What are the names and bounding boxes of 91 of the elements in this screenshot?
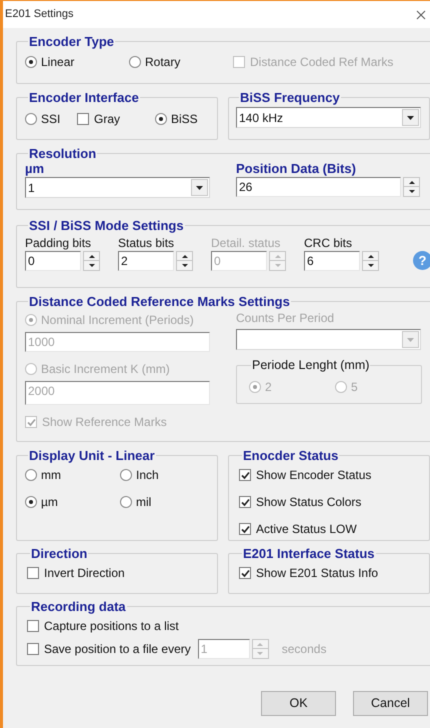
group-title: Recording data bbox=[30, 599, 127, 614]
close-icon[interactable] bbox=[416, 10, 426, 20]
caret-down-icon bbox=[408, 190, 414, 193]
field-label: µm bbox=[25, 161, 46, 177]
checkbox-label: Distance Coded Ref Marks bbox=[250, 54, 394, 71]
group-title: Display Unit - Linear bbox=[28, 448, 156, 463]
radio-button[interactable] bbox=[25, 113, 37, 125]
group-title: BiSS Frequency bbox=[239, 90, 341, 105]
dialog-button[interactable]: Cancel bbox=[353, 691, 428, 716]
radio-label: Basic Increment K (mm) bbox=[41, 361, 170, 378]
caret-down-icon bbox=[182, 264, 188, 267]
radio-button[interactable] bbox=[129, 56, 141, 68]
radio-button[interactable] bbox=[155, 113, 167, 125]
radio-button[interactable] bbox=[25, 469, 37, 481]
radio-label: BiSS bbox=[171, 111, 198, 128]
checkbox[interactable] bbox=[239, 469, 251, 481]
radio-label: mil bbox=[136, 494, 152, 511]
checkbox[interactable] bbox=[239, 523, 251, 535]
caret-down-icon bbox=[196, 186, 203, 190]
spin-up-button[interactable] bbox=[403, 177, 420, 187]
input-field[interactable]: 2 bbox=[118, 251, 174, 271]
input-field[interactable]: 26 bbox=[236, 177, 401, 197]
caret-down-icon bbox=[407, 116, 414, 120]
checkbox[interactable] bbox=[239, 496, 251, 508]
spin-down-button[interactable] bbox=[176, 261, 193, 271]
spin-down-button[interactable] bbox=[403, 187, 420, 197]
group-title: SSI / BiSS Mode Settings bbox=[28, 218, 185, 233]
group-title: Encoder Type bbox=[28, 34, 116, 49]
field-label: Counts Per Period bbox=[236, 311, 336, 326]
field-label: Padding bits bbox=[25, 236, 92, 251]
caret-up-icon bbox=[88, 254, 94, 258]
radio-label: mm bbox=[41, 467, 61, 484]
radio-button[interactable] bbox=[25, 56, 37, 68]
input-field[interactable]: 0 bbox=[25, 251, 81, 271]
group-title: Periode Lenght (mm) bbox=[251, 357, 370, 374]
checkbox[interactable] bbox=[27, 567, 39, 579]
caret-up-icon bbox=[368, 254, 374, 258]
caret-down-icon bbox=[368, 264, 374, 267]
checkbox[interactable] bbox=[27, 643, 39, 655]
field-label: Position Data (Bits) bbox=[236, 161, 357, 177]
field-label: Status bits bbox=[118, 236, 176, 251]
radio-button[interactable] bbox=[120, 496, 132, 508]
group-title: Encoder Interface bbox=[28, 90, 140, 105]
group-title: E201 Interface Status bbox=[242, 546, 376, 561]
caret-down-icon bbox=[257, 652, 264, 655]
caret-up-icon bbox=[182, 254, 188, 258]
spin-up-button[interactable] bbox=[176, 251, 193, 261]
caret-up-icon bbox=[408, 180, 414, 184]
spin-down-button[interactable] bbox=[83, 261, 100, 271]
checkbox-label: Show Encoder Status bbox=[256, 467, 372, 484]
checkbox[interactable] bbox=[77, 113, 89, 125]
radio-label: 2 bbox=[265, 378, 272, 396]
checkbox-label: Invert Direction bbox=[44, 565, 125, 582]
spin-down-button[interactable] bbox=[362, 261, 379, 271]
checkbox-label: Active Status LOW bbox=[256, 521, 357, 538]
caret-down-icon bbox=[88, 264, 94, 267]
group-title: Direction bbox=[30, 546, 88, 561]
checkbox[interactable] bbox=[27, 620, 39, 632]
dialog-button[interactable]: OK bbox=[261, 691, 336, 716]
radio-label: Inch bbox=[136, 467, 159, 484]
radio-button[interactable] bbox=[25, 496, 37, 508]
field-label: Detail. status bbox=[211, 236, 282, 251]
spin-up-button[interactable] bbox=[362, 251, 379, 261]
window-title: E201 Settings bbox=[5, 7, 74, 22]
field-label: CRC bits bbox=[304, 236, 354, 251]
checkbox-label: Gray bbox=[94, 111, 120, 128]
spin-up-button[interactable] bbox=[83, 251, 100, 261]
caret-up-icon bbox=[274, 254, 280, 258]
group-title: Enocder Status bbox=[242, 448, 340, 463]
checkbox-label: Show Reference Marks bbox=[42, 414, 167, 431]
checkbox-label: Show Status Colors bbox=[256, 494, 362, 511]
dropdown[interactable]: 1 bbox=[25, 177, 210, 198]
group-title: Distance Coded Reference Marks Settings bbox=[28, 294, 291, 309]
group-title: Resolution bbox=[28, 146, 98, 161]
caret-down-icon bbox=[274, 264, 280, 267]
radio-label: Nominal Increment (Periods) bbox=[41, 312, 194, 329]
caret-down-icon bbox=[407, 338, 414, 342]
checkbox-label: Save position to a file every bbox=[44, 641, 191, 658]
checkbox-label: Show E201 Status Info bbox=[256, 565, 378, 582]
input-field[interactable]: 6 bbox=[304, 251, 360, 271]
radio-label: 5 bbox=[351, 378, 358, 396]
checkbox-label: Capture positions to a list bbox=[44, 618, 179, 635]
dropdown[interactable]: 140 kHz bbox=[236, 107, 421, 128]
checkbox[interactable] bbox=[239, 567, 251, 579]
radio-label: µm bbox=[41, 494, 58, 511]
caret-up-icon bbox=[257, 642, 264, 646]
unit-label: seconds bbox=[282, 641, 326, 658]
radio-label: SSI bbox=[41, 111, 60, 128]
radio-label: Linear bbox=[41, 54, 74, 71]
radio-button[interactable] bbox=[120, 469, 132, 481]
radio-label: Rotary bbox=[145, 54, 180, 71]
